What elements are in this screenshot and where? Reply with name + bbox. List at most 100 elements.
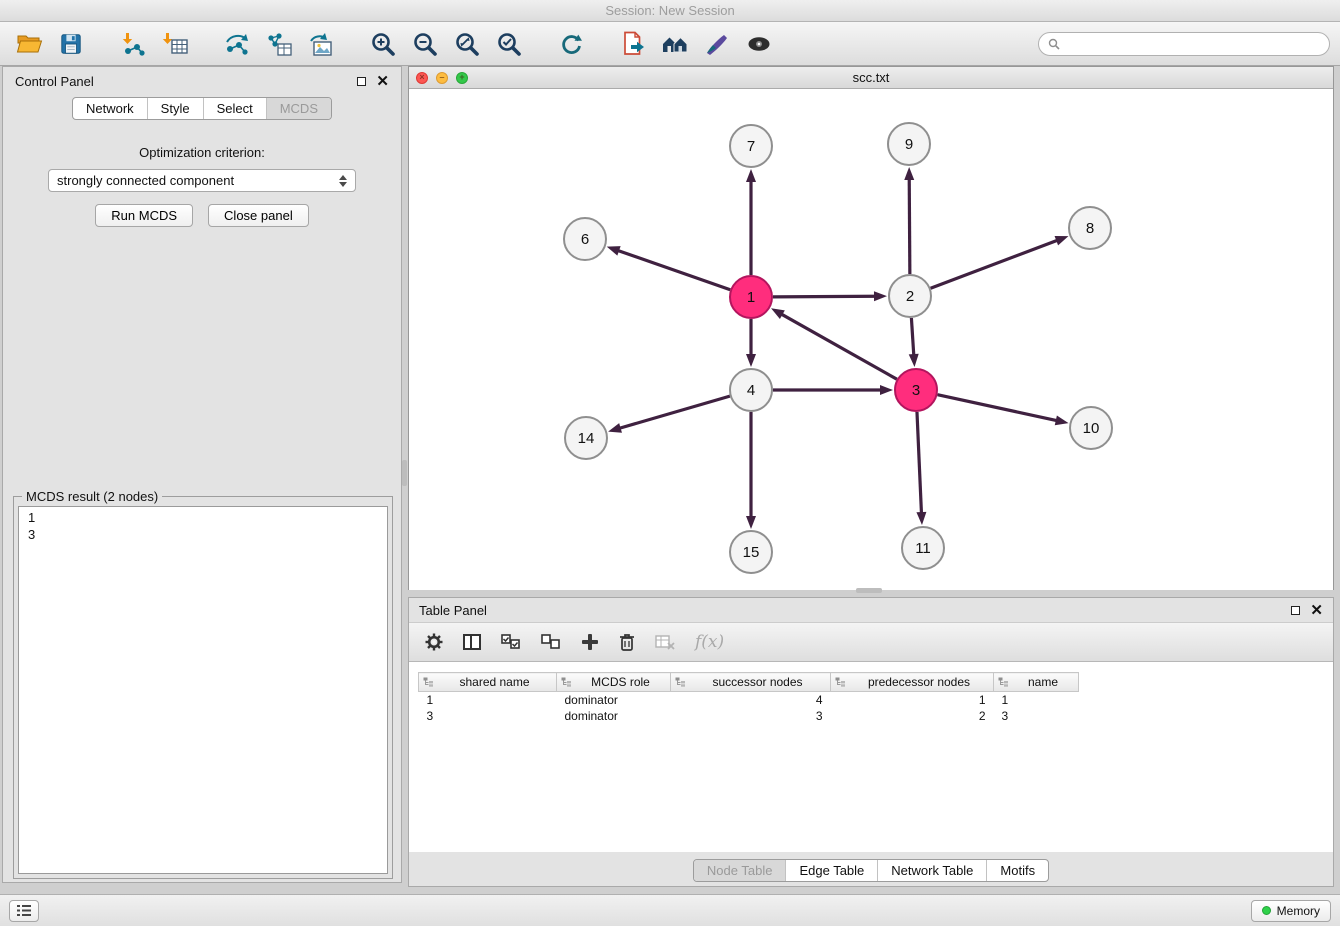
cell-shared-name[interactable]: 3 [419,708,557,724]
export-image-button[interactable] [302,26,340,62]
show-column-panel-button[interactable] [463,634,481,650]
mcds-result-text[interactable]: 1 3 [18,506,388,874]
tab-motifs[interactable]: Motifs [986,860,1048,881]
zoom-out-button[interactable] [406,26,444,62]
graph-edge-2-8[interactable] [931,240,1059,288]
graph-node-label: 3 [912,382,920,399]
open-file-button[interactable] [10,26,48,62]
mcds-result-box: MCDS result (2 nodes) 1 3 [13,496,393,879]
import-network-button[interactable] [114,26,152,62]
tab-edge-table[interactable]: Edge Table [785,860,877,881]
app-title: Session: New Session [605,3,734,18]
table-panel-title: Table Panel [419,603,487,618]
zoom-in-button[interactable] [364,26,402,62]
toolbar-search[interactable] [1038,32,1330,56]
delete-table-button [655,634,675,650]
export-document-button[interactable] [614,26,652,62]
unchecked-boxes-icon [541,634,561,650]
import-table-button[interactable] [156,26,194,62]
graph-edge-1-6[interactable] [617,250,730,290]
search-input[interactable] [1066,37,1320,51]
create-column-button[interactable] [581,633,599,651]
graph-edge-arrow [746,516,756,529]
cell-predecessor-nodes[interactable]: 1 [831,692,994,708]
table-row[interactable]: 3 dominator 3 2 3 [419,708,1079,724]
table-close-panel-icon[interactable]: ✕ [1310,603,1323,618]
graph-node-label: 9 [905,136,913,153]
window-minimize-icon[interactable]: – [436,72,448,84]
graph-edge-3-1[interactable] [781,314,897,380]
tab-style[interactable]: Style [147,98,203,119]
show-view-button[interactable] [740,26,778,62]
graph-edge-2-3[interactable] [911,318,913,356]
save-button[interactable] [52,26,90,62]
column-header-mcds-role[interactable]: MCDS role [557,673,671,692]
memory-button[interactable]: Memory [1251,900,1331,922]
column-type-icon [561,677,572,687]
cell-name[interactable]: 1 [994,692,1079,708]
cell-mcds-role[interactable]: dominator [557,692,671,708]
new-network-table-button[interactable] [260,26,298,62]
main-toolbar [0,22,1340,66]
column-type-icon [998,677,1009,687]
graph-edge-4-14[interactable] [619,396,730,428]
column-header-name[interactable]: name [994,673,1079,692]
table-row[interactable]: 1 dominator 4 1 1 [419,692,1079,708]
graph-edge-3-11[interactable] [917,412,922,514]
cell-name[interactable]: 3 [994,708,1079,724]
cell-successor-nodes[interactable]: 3 [671,708,831,724]
graph-edge-3-10[interactable] [937,395,1057,421]
tab-network-table[interactable]: Network Table [877,860,986,881]
tab-network[interactable]: Network [73,98,147,119]
table-settings-button[interactable] [425,633,443,651]
graph-edge-arrow [1055,415,1069,425]
column-header-predecessor-nodes[interactable]: predecessor nodes [831,673,994,692]
apply-style-button[interactable] [698,26,736,62]
table-float-panel-icon[interactable] [1291,606,1300,615]
cell-predecessor-nodes[interactable]: 2 [831,708,994,724]
gear-icon [425,633,443,651]
close-panel-button[interactable]: Close panel [208,204,309,227]
network-window-titlebar[interactable]: scc.txt × – + [409,67,1333,89]
select-all-columns-button[interactable] [501,634,521,650]
home-button[interactable] [656,26,694,62]
cell-successor-nodes[interactable]: 4 [671,692,831,708]
checked-boxes-icon [501,634,521,650]
unselect-all-columns-button[interactable] [541,634,561,650]
cell-shared-name[interactable]: 1 [419,692,557,708]
new-network-button[interactable] [218,26,256,62]
task-history-button[interactable] [9,900,39,922]
column-header-shared-name[interactable]: shared name [419,673,557,692]
table-panel: Table Panel ✕ [408,597,1334,887]
vertical-splitter-handle[interactable] [402,460,407,486]
close-panel-icon[interactable]: ✕ [376,74,389,89]
float-panel-icon[interactable] [357,77,366,86]
network-graph[interactable]: 7968124314101511 [409,89,1333,590]
zoom-selected-button[interactable] [490,26,528,62]
network-window-title: scc.txt [409,70,1333,85]
criterion-select[interactable]: strongly connected component [48,169,356,192]
zoom-fit-button[interactable] [448,26,486,62]
optimization-criterion-label: Optimization criterion: [3,145,401,160]
delete-column-button[interactable] [619,633,635,651]
window-close-icon[interactable]: × [416,72,428,84]
graph-edge-arrow [874,291,887,301]
tab-select[interactable]: Select [203,98,266,119]
column-header-successor-nodes[interactable]: successor nodes [671,673,831,692]
window-zoom-icon[interactable]: + [456,72,468,84]
graph-edge-arrow [916,512,926,525]
search-icon [1048,38,1060,50]
graph-edge-1-2[interactable] [773,296,876,297]
tab-node-table[interactable]: Node Table [694,860,786,881]
open-folder-icon [16,32,43,55]
graph-edge-arrow [1055,236,1069,245]
criterion-selected-value: strongly connected component [57,173,234,188]
tab-mcds[interactable]: MCDS [266,98,331,119]
refresh-button[interactable] [552,26,590,62]
horizontal-splitter-handle[interactable] [856,588,882,593]
mcds-result-title: MCDS result (2 nodes) [22,489,162,504]
cell-mcds-role[interactable]: dominator [557,708,671,724]
run-mcds-button[interactable]: Run MCDS [95,204,193,227]
graph-edge-2-9[interactable] [909,178,910,274]
control-panel-header: Control Panel ✕ [3,67,401,95]
